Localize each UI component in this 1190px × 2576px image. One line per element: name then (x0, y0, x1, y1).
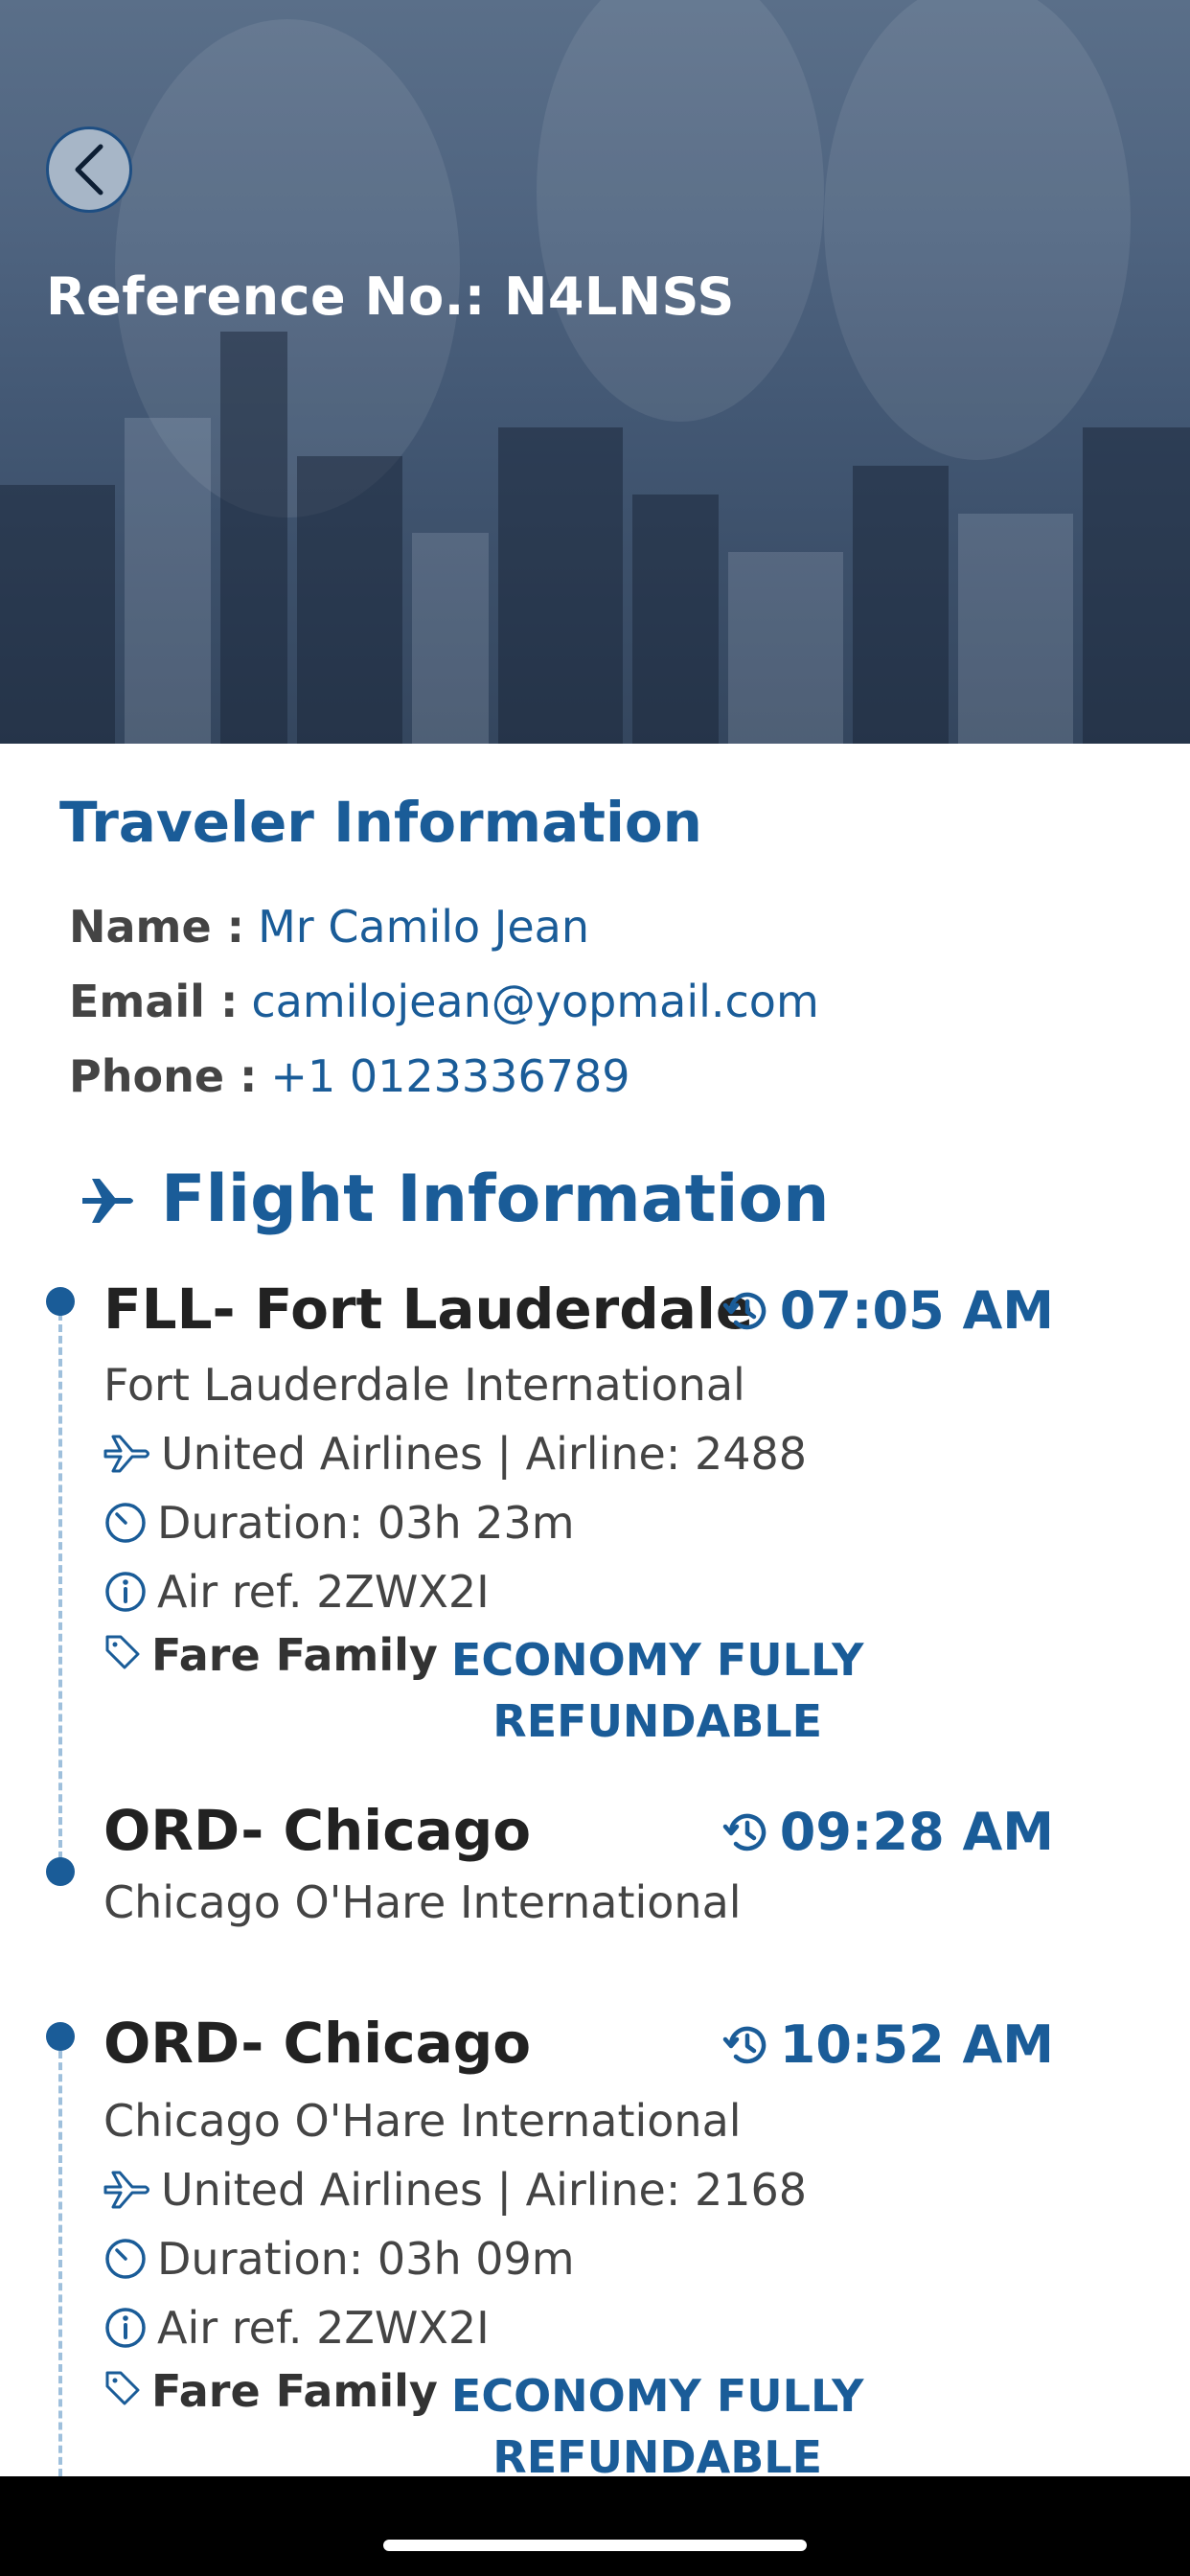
info-icon (105, 1572, 146, 1612)
timeline-dot (46, 1287, 75, 1316)
hero-building (125, 418, 211, 744)
timeline-line (58, 1313, 62, 1859)
traveler-phone-row: Phone : +1 0123336789 (69, 1050, 630, 1102)
chevron-left-icon (75, 144, 103, 196)
timeline-dot (46, 2022, 75, 2051)
phone-value: +1 0123336789 (270, 1050, 630, 1102)
tag-icon (105, 2371, 140, 2405)
fare-family-value: ECONOMY FULLY REFUNDABLE (451, 1629, 864, 1752)
home-indicator[interactable] (383, 2540, 807, 2551)
duration-text: Duration: 03h 23m (157, 1497, 575, 1549)
departure-airport: Fort Lauderdale International (103, 1359, 745, 1411)
system-bottom-bar (0, 2476, 1190, 2576)
airline-text: United Airlines | Airline: 2168 (161, 2164, 808, 2216)
hero-silhouette (824, 0, 1131, 460)
departure-city: FLL- Fort Lauderdale (103, 1276, 754, 1342)
duration-row: Duration: 03h 23m (103, 1497, 575, 1549)
arrival-time: 09:28 AM (722, 1802, 1054, 1862)
fare-family-row: Fare Family ECONOMY FULLY REFUNDABLE (103, 1629, 863, 1752)
traveler-email-row: Email : camilojean@yopmail.com (69, 976, 819, 1027)
history-clock-icon (722, 1292, 767, 1329)
fare-family-label: Fare Family (151, 2365, 438, 2417)
timeline-dot (46, 1857, 75, 1886)
fare-family-value-line2: REFUNDABLE (492, 2431, 822, 2483)
departure-time: 10:52 AM (722, 2014, 1054, 2075)
traveler-name-row: Name : Mr Camilo Jean (69, 901, 589, 953)
fare-family-value-line2: REFUNDABLE (492, 1695, 822, 1747)
email-label: Email : (69, 976, 239, 1027)
info-icon (105, 2308, 146, 2348)
hero-building (412, 533, 489, 744)
timer-icon (105, 2239, 146, 2279)
hero-building (958, 514, 1073, 744)
history-clock-icon (722, 1813, 767, 1851)
email-value: camilojean@yopmail.com (251, 976, 819, 1027)
time-text: 07:05 AM (779, 1280, 1054, 1341)
name-value: Mr Camilo Jean (258, 901, 589, 953)
time-text: 09:28 AM (779, 1802, 1054, 1862)
traveler-info-title: Traveler Information (59, 790, 702, 855)
arrival-city: ORD- Chicago (103, 1798, 532, 1863)
hero-building (297, 456, 402, 744)
duration-row: Duration: 03h 09m (103, 2233, 575, 2285)
hero-building (0, 485, 115, 744)
flight-info-title: Flight Information (161, 1162, 830, 1237)
timeline-line (58, 2051, 62, 2476)
reference-number: Reference No.: N4LNSS (46, 266, 735, 327)
fare-family-value-line1: ECONOMY FULLY (450, 1634, 864, 1686)
header-hero-image: Reference No.: N4LNSS (0, 0, 1190, 744)
phone-label: Phone : (69, 1050, 258, 1102)
back-button[interactable] (46, 126, 132, 213)
airline-row: United Airlines | Airline: 2168 (103, 2164, 807, 2216)
duration-text: Duration: 03h 09m (157, 2233, 575, 2285)
fare-family-value: ECONOMY FULLY REFUNDABLE (451, 2365, 864, 2488)
time-text: 10:52 AM (779, 2014, 1054, 2075)
hero-building (220, 332, 287, 744)
plane-outline-icon (103, 1435, 149, 1473)
air-ref-text: Air ref. 2ZWX2I (157, 2302, 490, 2354)
departure-city: ORD- Chicago (103, 2011, 532, 2076)
airplane-icon (82, 1179, 133, 1223)
hero-building (853, 466, 949, 744)
hero-building (498, 427, 623, 744)
departure-time: 07:05 AM (722, 1280, 1054, 1341)
timer-icon (105, 1503, 146, 1543)
air-ref-text: Air ref. 2ZWX2I (157, 1566, 490, 1618)
plane-outline-icon (103, 2171, 149, 2209)
airline-row: United Airlines | Airline: 2488 (103, 1428, 807, 1480)
hero-silhouette (537, 0, 824, 422)
air-ref-row: Air ref. 2ZWX2I (103, 1566, 490, 1618)
airline-text: United Airlines | Airline: 2488 (161, 1428, 808, 1480)
arrival-airport: Chicago O'Hare International (103, 1876, 742, 1928)
hero-building (728, 552, 843, 744)
name-label: Name : (69, 901, 245, 953)
history-clock-icon (722, 2026, 767, 2063)
fare-family-label: Fare Family (151, 1629, 438, 1681)
air-ref-row: Air ref. 2ZWX2I (103, 2302, 490, 2354)
fare-family-value-line1: ECONOMY FULLY (450, 2370, 864, 2422)
hero-building (632, 494, 719, 744)
hero-building (1083, 427, 1190, 744)
tag-icon (105, 1635, 140, 1669)
departure-airport: Chicago O'Hare International (103, 2095, 742, 2147)
fare-family-row: Fare Family ECONOMY FULLY REFUNDABLE (103, 2365, 863, 2488)
